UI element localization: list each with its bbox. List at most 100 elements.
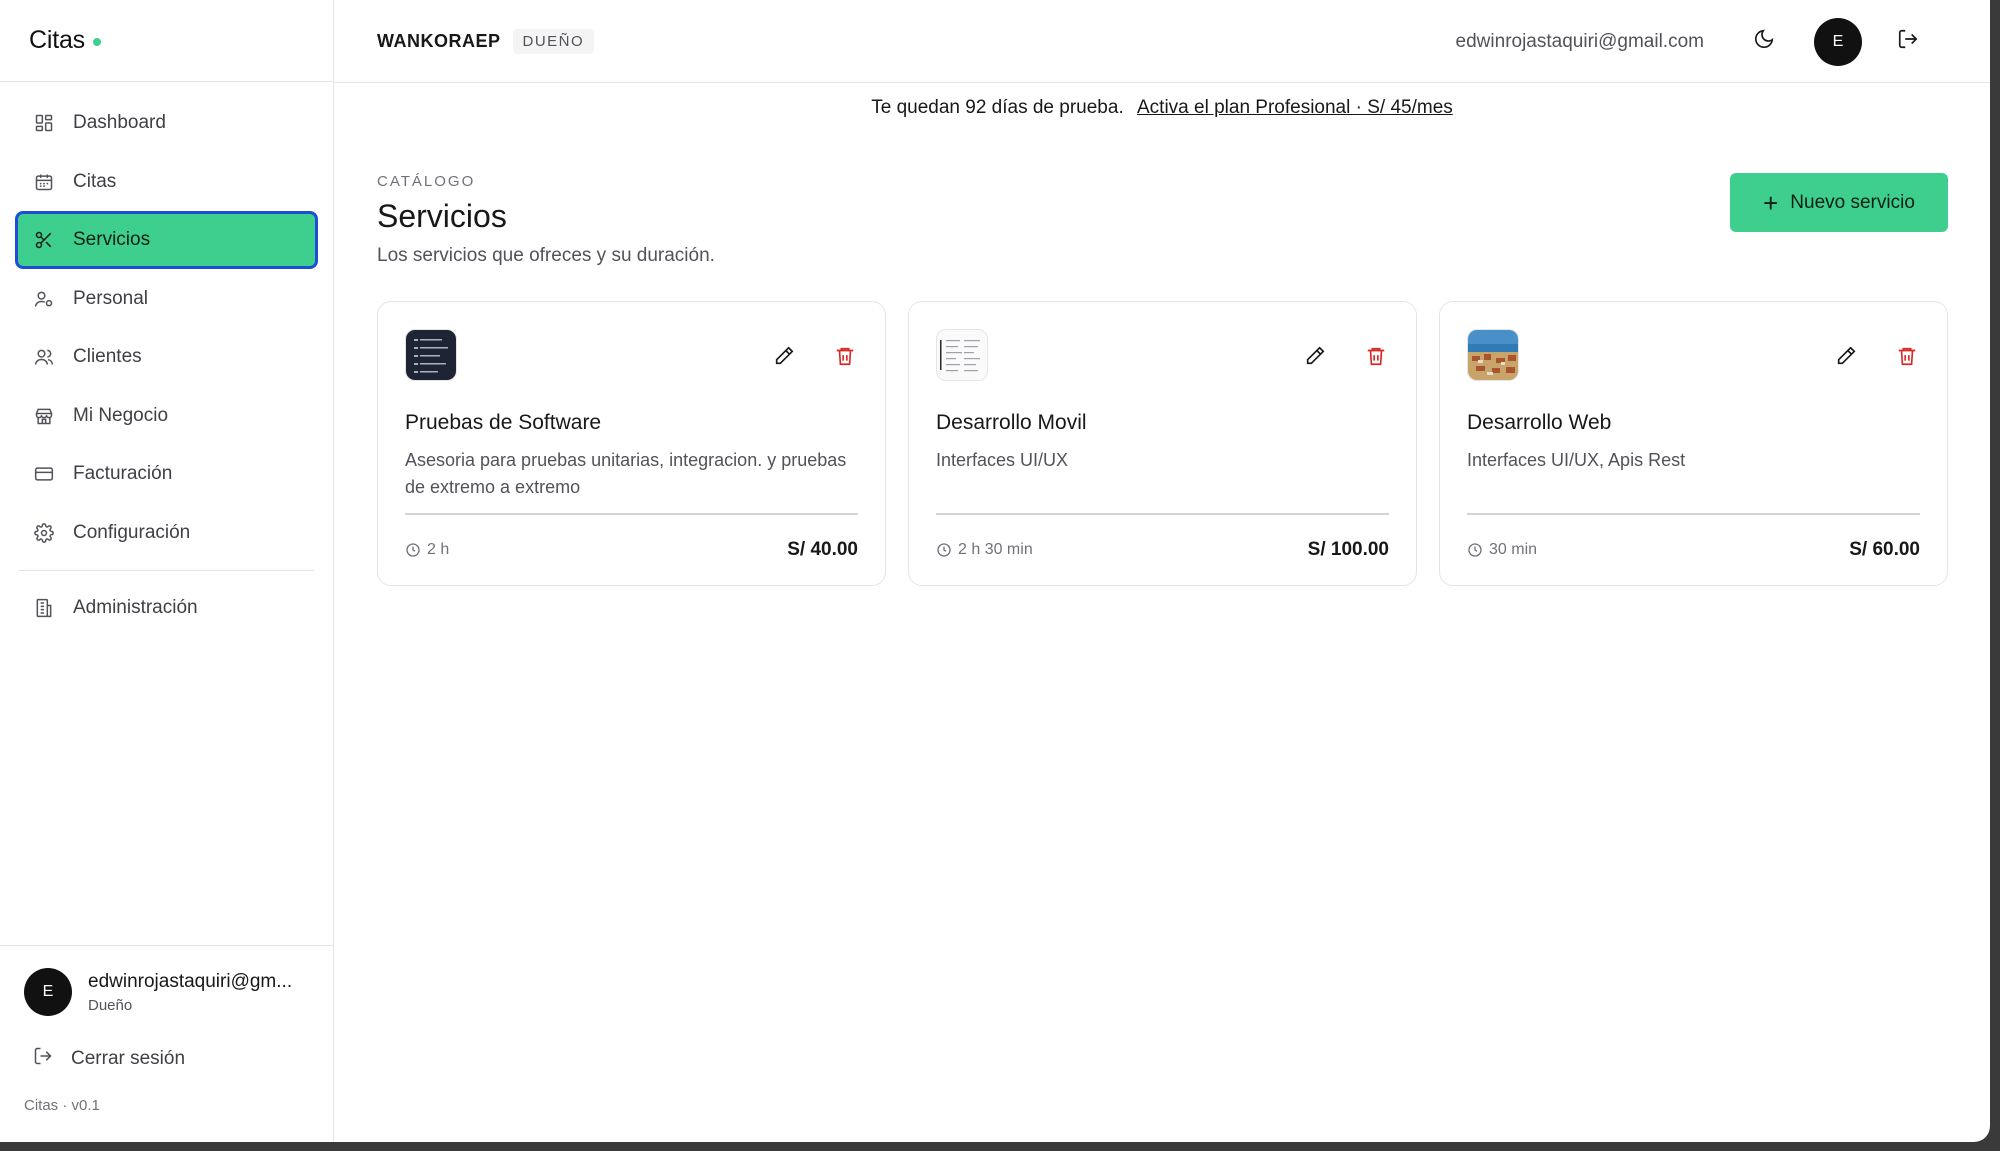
dashboard-icon bbox=[33, 112, 55, 134]
trial-banner: Te quedan 92 días de prueba. Activa el p… bbox=[334, 83, 1990, 133]
app-window: Citas Dashboard Citas Servicios Personal… bbox=[0, 0, 1990, 1142]
sidebar-item-configuracion[interactable]: Configuración bbox=[15, 504, 318, 562]
trial-text: Te quedan 92 días de prueba. bbox=[871, 97, 1124, 118]
sidebar-footer: E edwinrojastaquiri@gm... Dueño Cerrar s… bbox=[0, 945, 333, 1142]
topbar: WANKORAEP DUEÑO edwinrojastaquiri@gmail.… bbox=[334, 0, 1990, 83]
sidebar-item-servicios[interactable]: Servicios bbox=[15, 211, 318, 269]
sidebar-item-facturacion[interactable]: Facturación bbox=[15, 445, 318, 503]
user-card[interactable]: E edwinrojastaquiri@gm... Dueño bbox=[0, 946, 333, 1016]
sidebar-item-label: Configuración bbox=[73, 521, 191, 543]
sidebar: Citas Dashboard Citas Servicios Personal… bbox=[0, 0, 334, 1142]
sidebar-item-administracion[interactable]: Administración bbox=[15, 579, 318, 637]
service-thumbnail bbox=[405, 329, 457, 381]
service-name: Desarrollo Movil bbox=[936, 411, 1087, 434]
sidebar-item-dashboard[interactable]: Dashboard bbox=[15, 94, 318, 152]
logout-icon bbox=[1897, 28, 1919, 55]
upgrade-link[interactable]: Activa el plan Profesional · S/ 45/mes bbox=[1137, 97, 1453, 118]
user-email: edwinrojastaquiri@gm... bbox=[88, 970, 293, 992]
service-footer: 2 h 30 min S/ 100.00 bbox=[936, 513, 1389, 585]
clock-icon bbox=[937, 543, 951, 557]
sidebar-item-label: Dashboard bbox=[73, 112, 166, 133]
org-name: WANKORAEP bbox=[377, 30, 501, 51]
service-duration: 2 h bbox=[405, 541, 449, 559]
service-duration: 2 h 30 min bbox=[936, 541, 1033, 559]
trash-icon bbox=[1898, 347, 1916, 366]
logout-label: Cerrar sesión bbox=[71, 1047, 186, 1069]
divider bbox=[19, 569, 314, 571]
delete-button[interactable] bbox=[832, 343, 858, 369]
status-dot bbox=[92, 37, 101, 46]
sidebar-item-label: Administración bbox=[73, 596, 198, 618]
service-thumbnail bbox=[1467, 329, 1519, 381]
service-footer: 2 h S/ 40.00 bbox=[405, 513, 858, 585]
duration-text: 2 h bbox=[427, 541, 450, 558]
page-title: Servicios bbox=[377, 198, 507, 234]
brand-name: Citas bbox=[29, 26, 85, 54]
role-badge: DUEÑO bbox=[512, 28, 595, 54]
edit-button[interactable] bbox=[771, 343, 797, 369]
avatar: E bbox=[24, 968, 72, 1016]
calendar-icon bbox=[33, 171, 55, 193]
service-card[interactable]: Desarrollo Web Interfaces UI/UX, Apis Re… bbox=[1439, 301, 1948, 586]
service-thumbnail bbox=[936, 329, 988, 381]
service-card[interactable]: Pruebas de Software Asesoria para prueba… bbox=[377, 301, 886, 586]
sidebar-item-label: Servicios bbox=[73, 229, 151, 250]
service-price: S/ 100.00 bbox=[1307, 539, 1389, 560]
service-list: Pruebas de Software Asesoria para prueba… bbox=[334, 267, 1990, 586]
sidebar-item-label: Facturación bbox=[73, 463, 173, 484]
avatar-button[interactable]: E bbox=[1814, 17, 1862, 66]
gear-icon bbox=[33, 522, 55, 544]
user-info: edwinrojastaquiri@gm... Dueño bbox=[88, 971, 292, 1014]
pencil-icon bbox=[1837, 346, 1856, 365]
user-cog-icon bbox=[33, 288, 55, 310]
logout-icon bbox=[33, 1046, 53, 1071]
building-icon bbox=[33, 597, 55, 619]
theme-toggle-button[interactable] bbox=[1742, 20, 1786, 64]
users-icon bbox=[33, 346, 55, 368]
page-eyebrow: CATÁLOGO bbox=[377, 173, 476, 190]
clock-icon bbox=[406, 543, 420, 557]
user-role: Dueño bbox=[88, 996, 133, 1014]
top-email: edwinrojastaquiri@gmail.com bbox=[1455, 30, 1704, 52]
delete-button[interactable] bbox=[1363, 343, 1389, 369]
sidebar-item-label: Clientes bbox=[73, 346, 142, 367]
edit-button[interactable] bbox=[1833, 343, 1859, 369]
sidebar-nav: Dashboard Citas Servicios Personal Clien… bbox=[0, 82, 333, 637]
service-card[interactable]: Desarrollo Movil Interfaces UI/UX 2 h 30… bbox=[908, 301, 1417, 586]
sidebar-item-label: Citas bbox=[73, 170, 117, 192]
trash-icon bbox=[1367, 347, 1385, 366]
service-footer: 30 min S/ 60.00 bbox=[1467, 513, 1920, 585]
service-price: S/ 60.00 bbox=[1849, 539, 1920, 560]
service-description: Interfaces UI/UX bbox=[936, 450, 1069, 470]
sidebar-item-mi-negocio[interactable]: Mi Negocio bbox=[15, 387, 318, 445]
topbar-actions: edwinrojastaquiri@gmail.com E bbox=[1456, 0, 1930, 83]
sidebar-item-label: Personal bbox=[73, 287, 148, 309]
service-name: Pruebas de Software bbox=[405, 411, 602, 434]
logout-icon-button[interactable] bbox=[1886, 20, 1930, 64]
sidebar-item-citas[interactable]: Citas bbox=[15, 153, 318, 211]
sidebar-item-personal[interactable]: Personal bbox=[15, 270, 318, 328]
sidebar-item-clientes[interactable]: Clientes bbox=[15, 328, 318, 386]
credit-card-icon bbox=[33, 463, 55, 485]
pencil-icon bbox=[1306, 346, 1325, 365]
new-service-button[interactable]: + Nuevo servicio bbox=[1730, 173, 1948, 232]
version-label: Citas · v0.1 bbox=[24, 1097, 100, 1114]
service-description: Asesoria para pruebas unitarias, integra… bbox=[405, 450, 847, 497]
plus-icon: + bbox=[1763, 187, 1779, 218]
service-description: Interfaces UI/UX, Apis Rest bbox=[1467, 450, 1686, 470]
service-price: S/ 40.00 bbox=[787, 539, 858, 560]
logout-button[interactable]: Cerrar sesión bbox=[0, 1016, 333, 1071]
moon-icon bbox=[1753, 28, 1775, 55]
page-header: CATÁLOGO Servicios Los servicios que ofr… bbox=[334, 133, 1990, 267]
pencil-icon bbox=[775, 346, 794, 365]
service-name: Desarrollo Web bbox=[1467, 411, 1612, 434]
trash-icon bbox=[836, 347, 854, 366]
edit-button[interactable] bbox=[1302, 343, 1328, 369]
delete-button[interactable] bbox=[1894, 343, 1920, 369]
duration-text: 2 h 30 min bbox=[958, 541, 1033, 558]
main-content: WANKORAEP DUEÑO edwinrojastaquiri@gmail.… bbox=[334, 0, 1990, 1142]
store-icon bbox=[33, 405, 55, 427]
brand: Citas bbox=[0, 0, 333, 82]
service-duration: 30 min bbox=[1467, 541, 1537, 559]
clock-icon bbox=[1468, 543, 1482, 557]
